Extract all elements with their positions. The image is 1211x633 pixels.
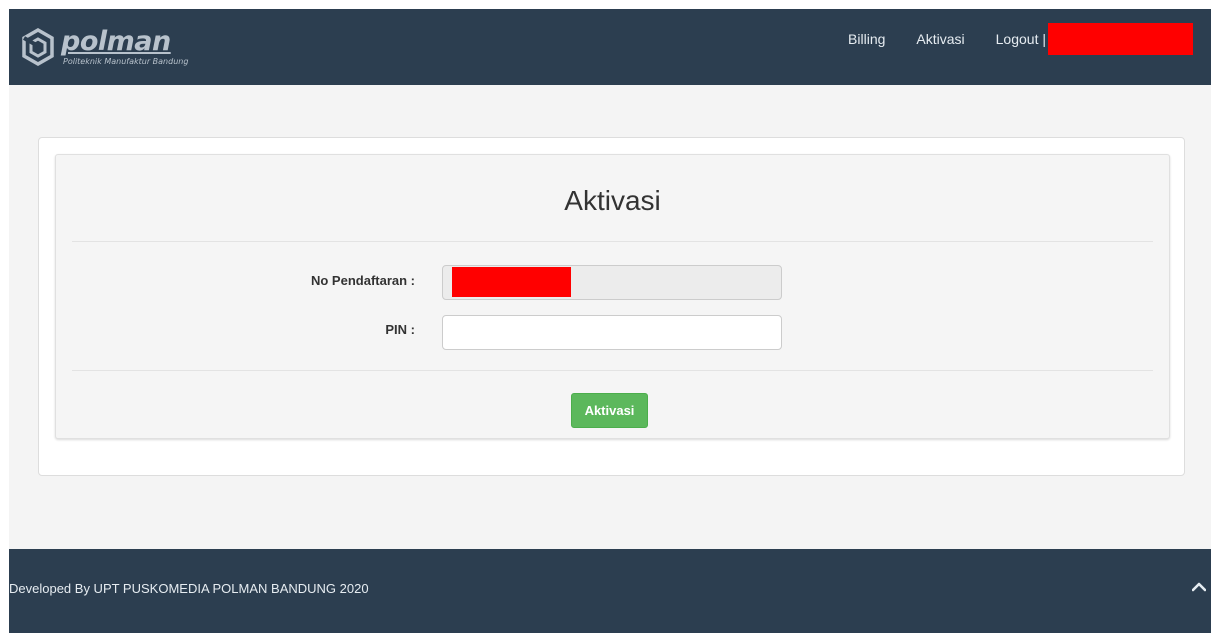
- title-divider: [72, 241, 1153, 242]
- aktivasi-panel: Aktivasi No Pendaftaran : PIN : Aktivasi: [55, 154, 1170, 439]
- redacted-registration-number: [452, 267, 571, 297]
- top-navbar: polman Politeknik Manufaktur Bandung Bil…: [9, 9, 1211, 85]
- pin-field[interactable]: [442, 315, 782, 350]
- nav-billing-link[interactable]: Billing: [848, 31, 885, 47]
- logo-subtitle: Politeknik Manufaktur Bandung: [63, 56, 189, 66]
- page-title: Aktivasi: [564, 185, 661, 216]
- nav-logout-link[interactable]: Logout |: [996, 31, 1046, 47]
- pin-label: PIN :: [385, 322, 415, 337]
- form-divider: [72, 370, 1153, 371]
- footer: Developed By UPT PUSKOMEDIA POLMAN BANDU…: [9, 549, 1211, 633]
- nav-menu: Billing Aktivasi Logout |: [848, 23, 1193, 55]
- aktivasi-submit-button[interactable]: Aktivasi: [571, 393, 648, 428]
- polman-emblem-icon: [22, 28, 54, 66]
- content-card: Aktivasi No Pendaftaran : PIN : Aktivasi: [38, 137, 1185, 476]
- redacted-username: [1048, 23, 1193, 55]
- logo-name: polman: [61, 25, 171, 57]
- chevron-up-glyph: [1192, 582, 1206, 592]
- nav-aktivasi-link[interactable]: Aktivasi: [916, 31, 964, 47]
- chevron-up-icon[interactable]: [1191, 579, 1207, 595]
- footer-credit: Developed By UPT PUSKOMEDIA POLMAN BANDU…: [9, 581, 369, 596]
- polman-logo[interactable]: polman Politeknik Manufaktur Bandung: [21, 23, 188, 71]
- no-pendaftaran-label: No Pendaftaran :: [310, 273, 415, 288]
- main-content: Aktivasi No Pendaftaran : PIN : Aktivasi: [9, 85, 1211, 549]
- logo-text: polman Politeknik Manufaktur Bandung: [61, 25, 189, 66]
